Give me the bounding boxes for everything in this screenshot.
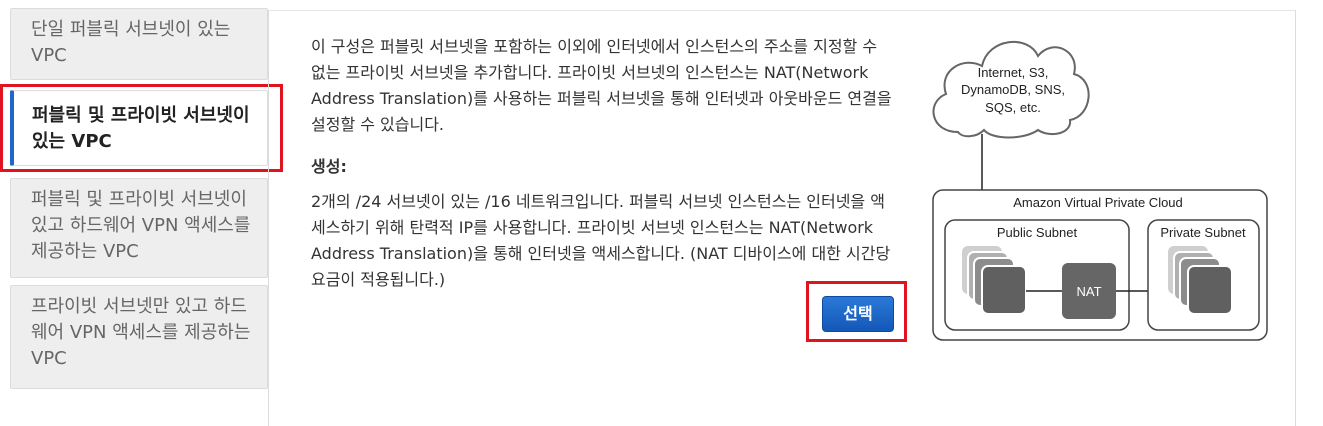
cloud-line-1: Internet, S3, — [978, 65, 1049, 80]
private-subnet-label: Private Subnet — [1160, 225, 1246, 240]
cloud-line-2: DynamoDB, SNS, — [961, 82, 1065, 97]
vpc-architecture-diagram: Internet, S3, DynamoDB, SNS, SQS, etc. A… — [932, 40, 1268, 341]
sidebar-item-label: 프라이빗 서브넷만 있고 하드웨어 VPN 액세스를 제공하는 VPC — [31, 296, 251, 369]
config-description: 이 구성은 퍼블릿 서브넷을 포함하는 이외에 인터넷에서 인스턴스의 주소를 … — [311, 37, 892, 134]
creates-description: 2개의 /24 서브넷이 있는 /16 네트워크입니다. 퍼블릭 서브넷 인스턴… — [311, 192, 891, 289]
cloud-line-3: SQS, etc. — [985, 100, 1041, 115]
sidebar-item-private-only-vpn[interactable]: 프라이빗 서브넷만 있고 하드웨어 VPN 액세스를 제공하는 VPC — [10, 285, 268, 389]
sidebar-item-label: 퍼블릭 및 프라이빗 서브넷이 있는 VPC — [32, 105, 250, 152]
sidebar-item-label: 단일 퍼블릭 서브넷이 있는 VPC — [31, 19, 231, 66]
vpc-label: Amazon Virtual Private Cloud — [1013, 195, 1183, 210]
sidebar-item-public-private-vpn[interactable]: 퍼블릭 및 프라이빗 서브넷이 있고 하드웨어 VPN 액세스를 제공하는 VP… — [10, 178, 268, 278]
nat-label: NAT — [1076, 284, 1101, 299]
creates-heading: 생성: — [311, 157, 347, 176]
sidebar-item-public-private-subnets[interactable]: 퍼블릭 및 프라이빗 서브넷이 있는 VPC — [10, 90, 268, 166]
sidebar-item-single-public-subnet[interactable]: 단일 퍼블릭 서브넷이 있는 VPC — [10, 8, 268, 80]
public-subnet-label: Public Subnet — [997, 225, 1078, 240]
sidebar-item-label: 퍼블릭 및 프라이빗 서브넷이 있고 하드웨어 VPN 액세스를 제공하는 VP… — [31, 189, 251, 262]
select-button[interactable]: 선택 — [822, 296, 894, 332]
